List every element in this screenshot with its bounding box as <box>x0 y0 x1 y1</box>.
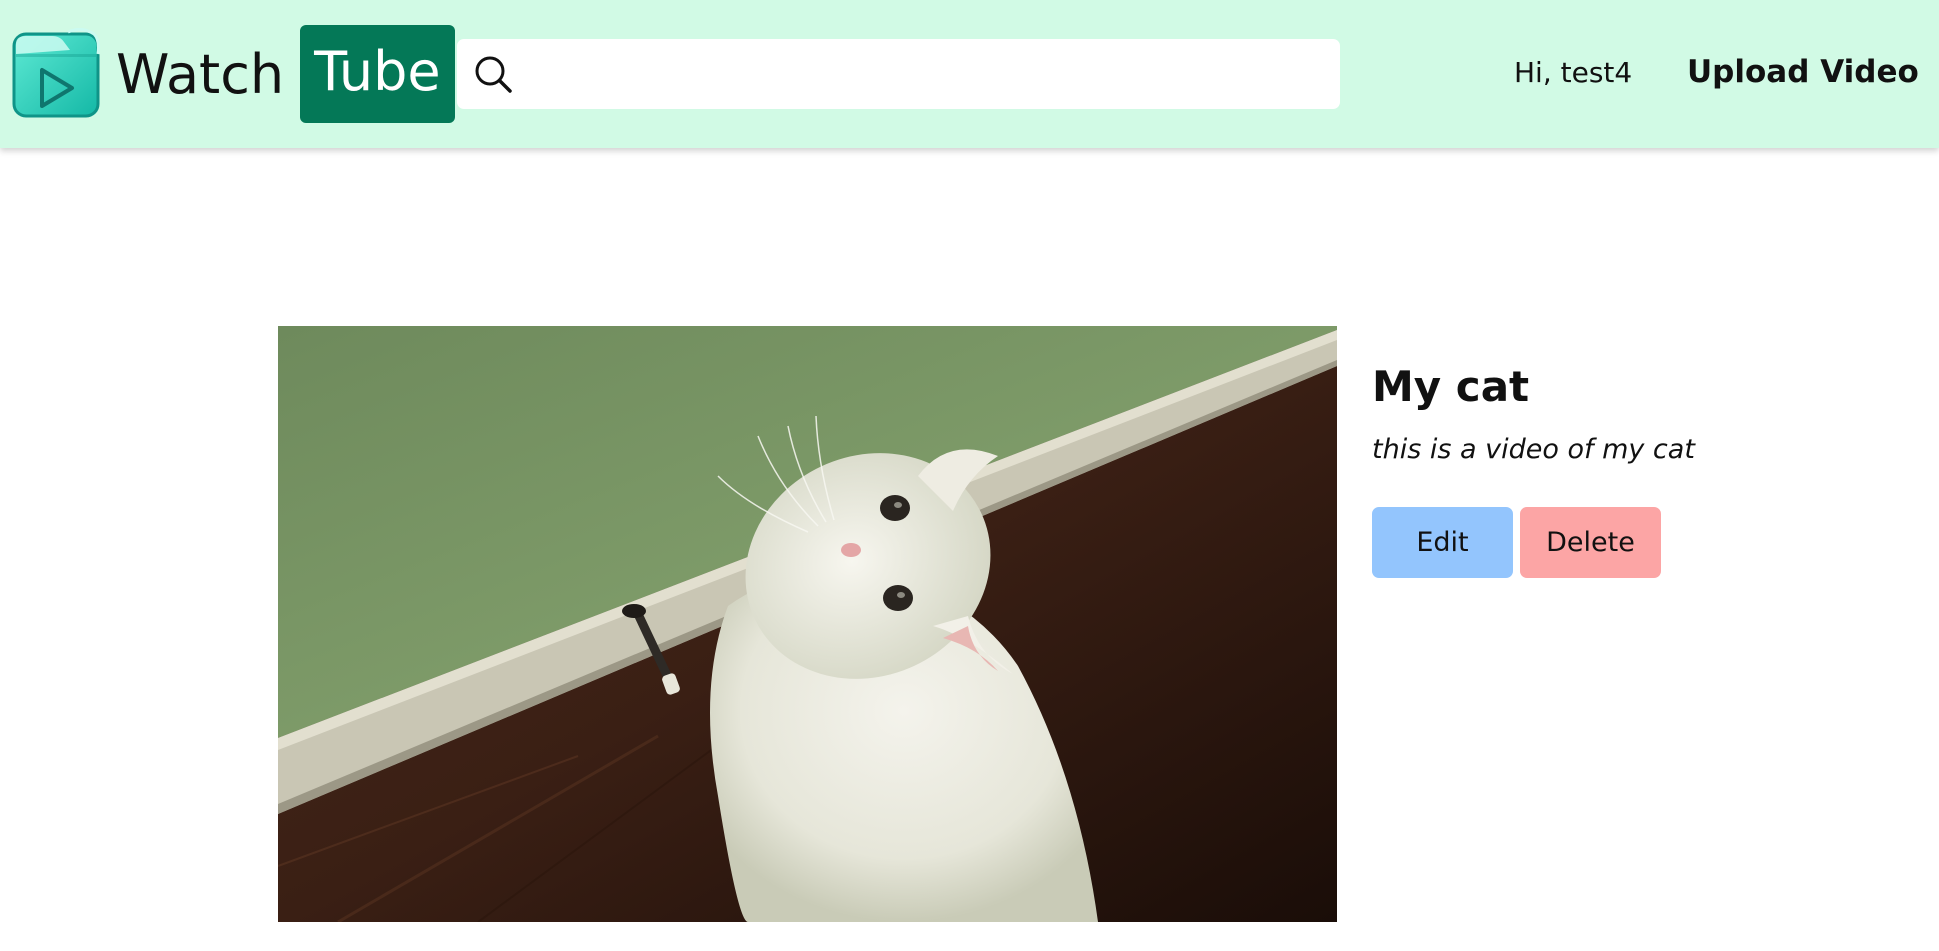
search-bar <box>457 39 1340 109</box>
search-input[interactable] <box>523 43 1330 105</box>
user-greeting: Hi, test4 <box>1514 56 1633 89</box>
video-title: My cat <box>1372 362 1530 411</box>
watchtube-logo-icon <box>12 28 100 118</box>
navbar: Watch Tube Hi, test4 Upload Video <box>0 0 1939 148</box>
logo-link[interactable]: Watch Tube <box>12 25 455 123</box>
logo-text-tube: Tube <box>300 25 455 123</box>
delete-button[interactable]: Delete <box>1520 507 1661 578</box>
logo-text-watch: Watch <box>116 42 285 106</box>
video-description: this is a video of my cat <box>1372 434 1695 465</box>
search-icon[interactable] <box>473 54 513 94</box>
edit-button[interactable]: Edit <box>1372 507 1513 578</box>
video-player[interactable] <box>278 326 1337 922</box>
upload-video-link[interactable]: Upload Video <box>1687 54 1919 90</box>
video-thumbnail-image <box>278 326 1337 922</box>
